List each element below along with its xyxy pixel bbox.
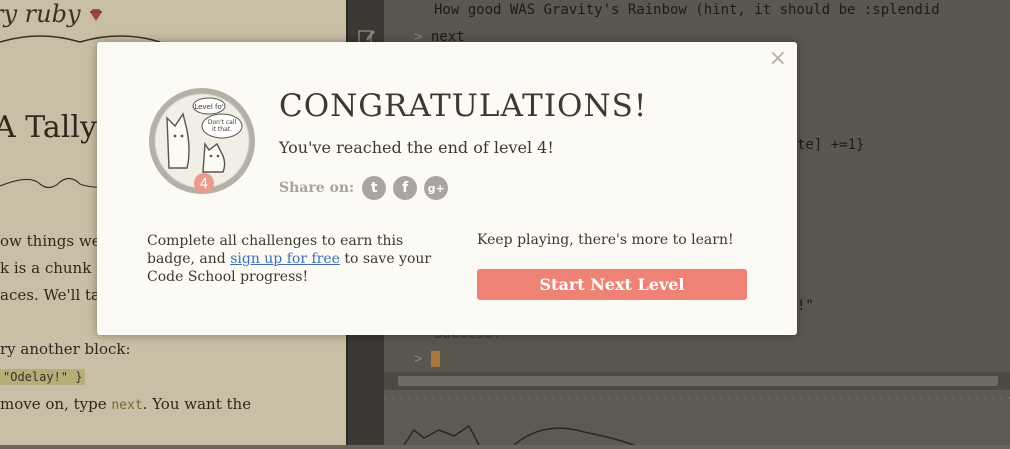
console-input-line[interactable]: >: [414, 351, 440, 367]
move-on-suffix: . You want the: [142, 395, 252, 413]
console-output: How good WAS Gravity's Rainbow (hint, it…: [434, 2, 940, 18]
facebook-icon[interactable]: f: [393, 176, 418, 200]
illustration-strip: [384, 390, 1010, 446]
twitter-icon[interactable]: t: [362, 176, 387, 200]
close-button[interactable]: ×: [769, 48, 787, 70]
brand-logo: ry ruby: [0, 0, 81, 28]
keep-playing-text: Keep playing, there's more to learn!: [477, 232, 734, 248]
sketch-illustration: [384, 397, 1010, 446]
console-cursor: [430, 351, 440, 367]
console-output: !": [797, 298, 814, 314]
badge-bubble-text: Level fo': [194, 103, 223, 111]
svg-text:it that.: it that.: [212, 126, 232, 133]
ruby-icon: [90, 9, 102, 21]
svg-text:Don't call: Don't call: [208, 119, 237, 126]
badge-message: Complete all challenges to earn this bad…: [147, 232, 447, 286]
signup-link[interactable]: sign up for free: [230, 251, 340, 267]
level-complete-dialog: × Level fo' Don't call it that. 4 CONGRA…: [97, 42, 797, 335]
lesson-text-line: move on, type next. You want the: [0, 395, 251, 413]
console-prompt: >: [414, 351, 423, 367]
share-label: Share on:: [279, 180, 355, 196]
level-badge-icon: Level fo' Don't call it that. 4: [149, 88, 255, 194]
lesson-text-line: aces. We'll tal: [0, 286, 105, 304]
console-scrollbar[interactable]: [384, 372, 1010, 390]
start-next-level-button[interactable]: Start Next Level: [477, 269, 747, 300]
inline-code: next: [111, 398, 143, 413]
move-on-prefix: move on, type: [0, 395, 112, 413]
scrollbar-thumb[interactable]: [398, 376, 998, 386]
code-chip: "Odelay!" }: [0, 369, 86, 385]
lesson-text-line: ry another block:: [0, 340, 131, 358]
share-row: Share on: t f g+: [279, 176, 455, 200]
code-example: "Odelay!" }: [0, 367, 86, 385]
badge-level-number: 4: [200, 177, 208, 192]
lesson-title: A Tally: [0, 110, 97, 145]
dialog-title: CONGRATULATIONS!: [279, 88, 648, 124]
lesson-text-line: k is a chunk o: [0, 259, 106, 277]
google-plus-icon[interactable]: g+: [424, 176, 449, 200]
console-code: te] +=1}: [797, 137, 865, 153]
dialog-subtitle: You've reached the end of level 4!: [279, 138, 554, 157]
